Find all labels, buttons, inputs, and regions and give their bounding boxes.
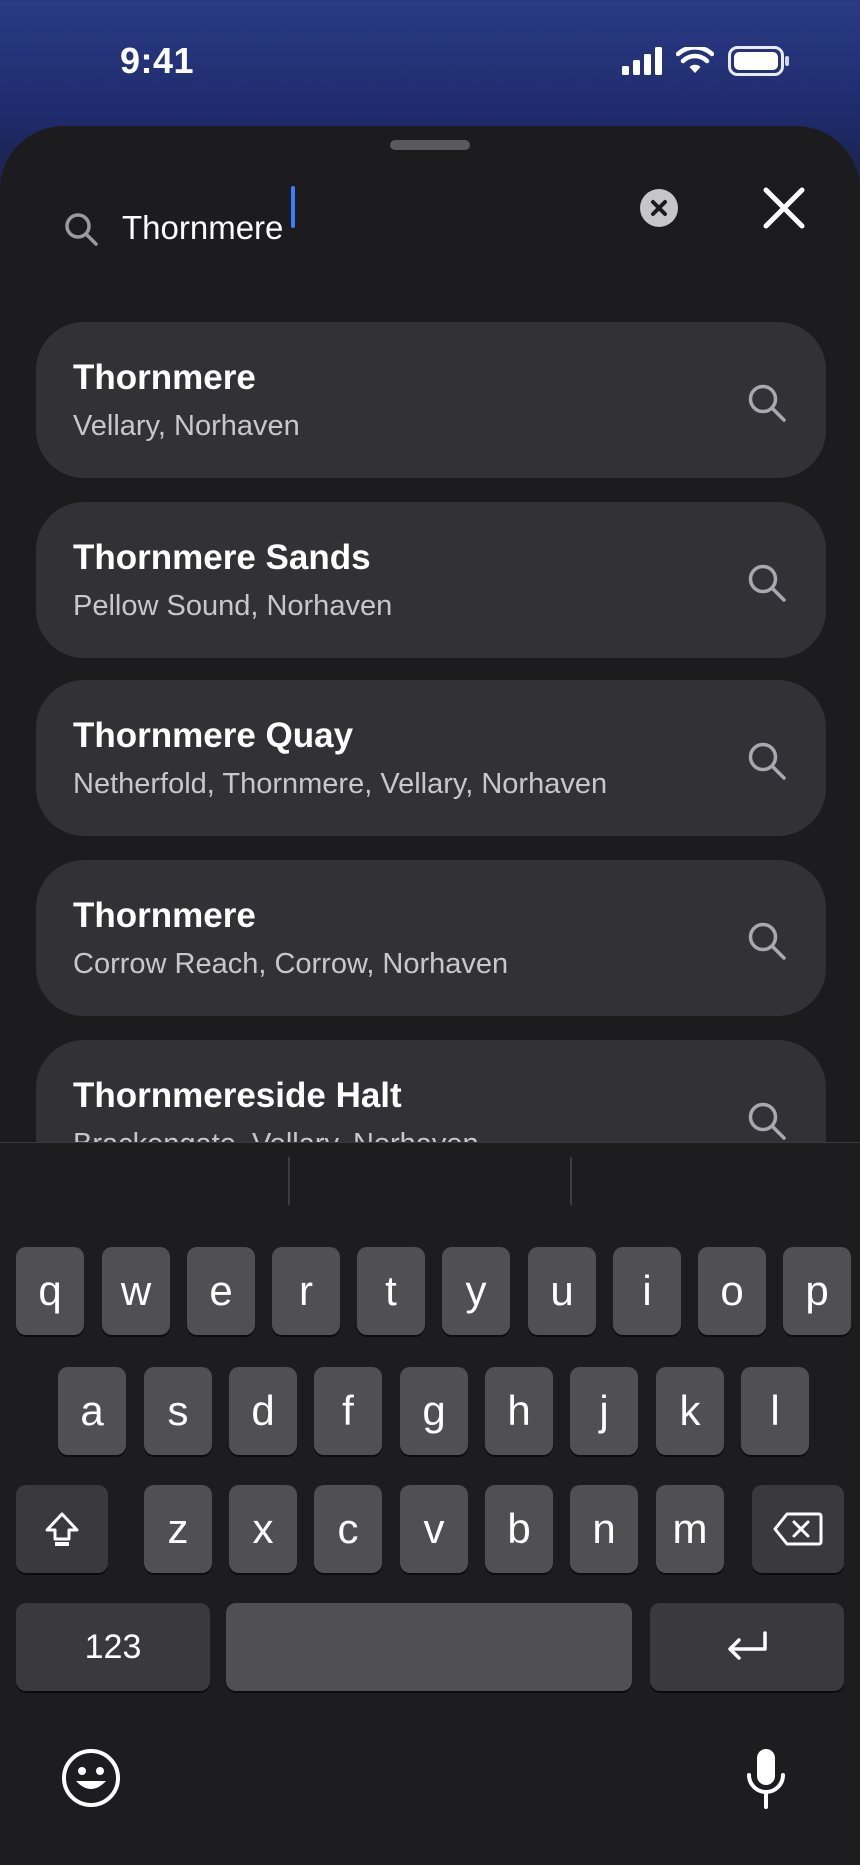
key-r[interactable]: r xyxy=(272,1247,340,1335)
key-q[interactable]: q xyxy=(16,1247,84,1335)
return-icon xyxy=(728,1631,767,1660)
key-b[interactable]: b xyxy=(485,1485,553,1573)
search-icon xyxy=(748,1102,786,1140)
key-v[interactable]: v xyxy=(400,1485,468,1573)
search-bar[interactable] xyxy=(46,180,696,278)
numbers-key[interactable]: 123 xyxy=(16,1603,210,1691)
status-bar: 9:41 xyxy=(0,0,860,120)
suggestion-divider xyxy=(288,1157,290,1205)
search-icon xyxy=(748,564,786,602)
status-icons xyxy=(622,46,790,76)
result-title: Thornmere Quay xyxy=(73,716,354,755)
keyboard: q w e r t y u i o p a s d f g h j k l z … xyxy=(0,1142,860,1865)
delete-key[interactable] xyxy=(752,1485,844,1573)
shift-icon xyxy=(45,1512,79,1546)
key-o[interactable]: o xyxy=(698,1247,766,1335)
shift-key[interactable] xyxy=(16,1485,108,1573)
key-e[interactable]: e xyxy=(187,1247,255,1335)
key-c[interactable]: c xyxy=(314,1485,382,1573)
search-input[interactable] xyxy=(122,198,592,258)
key-h[interactable]: h xyxy=(485,1367,553,1455)
key-y[interactable]: y xyxy=(442,1247,510,1335)
result-item[interactable]: Thornmere Corrow Reach, Corrow, Norhaven xyxy=(36,860,826,1016)
search-icon xyxy=(748,922,786,960)
result-subtitle: Vellary, Norhaven xyxy=(73,410,300,442)
key-j[interactable]: j xyxy=(570,1367,638,1455)
clear-search-button[interactable] xyxy=(640,189,678,227)
result-title: Thornmereside Halt xyxy=(73,1076,402,1115)
result-item[interactable]: Thornmere Vellary, Norhaven xyxy=(36,322,826,478)
result-item[interactable]: Thornmereside Halt Brackengate, Vellary,… xyxy=(36,1040,826,1142)
result-title: Thornmere xyxy=(73,896,256,935)
clear-circle-icon xyxy=(651,200,667,216)
search-icon xyxy=(65,213,98,246)
emoji-icon[interactable] xyxy=(60,1747,122,1809)
cellular-signal-icon xyxy=(622,47,662,75)
key-u[interactable]: u xyxy=(528,1247,596,1335)
key-z[interactable]: z xyxy=(144,1485,212,1573)
key-t[interactable]: t xyxy=(357,1247,425,1335)
battery-icon xyxy=(728,46,789,76)
result-item[interactable]: Thornmere Quay Netherfold, Thornmere, Ve… xyxy=(36,680,826,836)
microphone-icon[interactable] xyxy=(744,1747,788,1811)
key-g[interactable]: g xyxy=(400,1367,468,1455)
result-title: Thornmere Sands xyxy=(73,538,371,577)
suggestion-divider xyxy=(570,1157,572,1205)
backspace-icon xyxy=(773,1512,823,1546)
search-icon xyxy=(748,384,786,422)
search-results-list: Thornmere Vellary, Norhaven Thornmere Sa… xyxy=(36,322,826,1142)
sheet-grabber[interactable] xyxy=(390,140,470,150)
key-d[interactable]: d xyxy=(229,1367,297,1455)
close-icon xyxy=(763,187,805,229)
key-x[interactable]: x xyxy=(229,1485,297,1573)
search-icon xyxy=(748,742,786,780)
result-subtitle: Netherfold, Thornmere, Vellary, Norhaven xyxy=(73,768,608,800)
text-caret xyxy=(291,186,295,228)
return-key[interactable] xyxy=(650,1603,844,1691)
result-item[interactable]: Thornmere Sands Pellow Sound, Norhaven xyxy=(36,502,826,658)
key-s[interactable]: s xyxy=(144,1367,212,1455)
key-p[interactable]: p xyxy=(783,1247,851,1335)
result-subtitle: Pellow Sound, Norhaven xyxy=(73,590,393,622)
result-title: Thornmere xyxy=(73,358,256,397)
close-search-button[interactable] xyxy=(752,176,816,240)
result-subtitle: Brackengate, Vellary, Norhaven xyxy=(73,1128,479,1142)
key-a[interactable]: a xyxy=(58,1367,126,1455)
space-key[interactable] xyxy=(226,1603,632,1691)
key-k[interactable]: k xyxy=(656,1367,724,1455)
key-w[interactable]: w xyxy=(102,1247,170,1335)
key-l[interactable]: l xyxy=(741,1367,809,1455)
key-n[interactable]: n xyxy=(570,1485,638,1573)
key-m[interactable]: m xyxy=(656,1485,724,1573)
wifi-icon xyxy=(676,47,714,73)
status-time: 9:41 xyxy=(120,40,195,81)
result-subtitle: Corrow Reach, Corrow, Norhaven xyxy=(73,948,509,980)
key-f[interactable]: f xyxy=(314,1367,382,1455)
key-i[interactable]: i xyxy=(613,1247,681,1335)
